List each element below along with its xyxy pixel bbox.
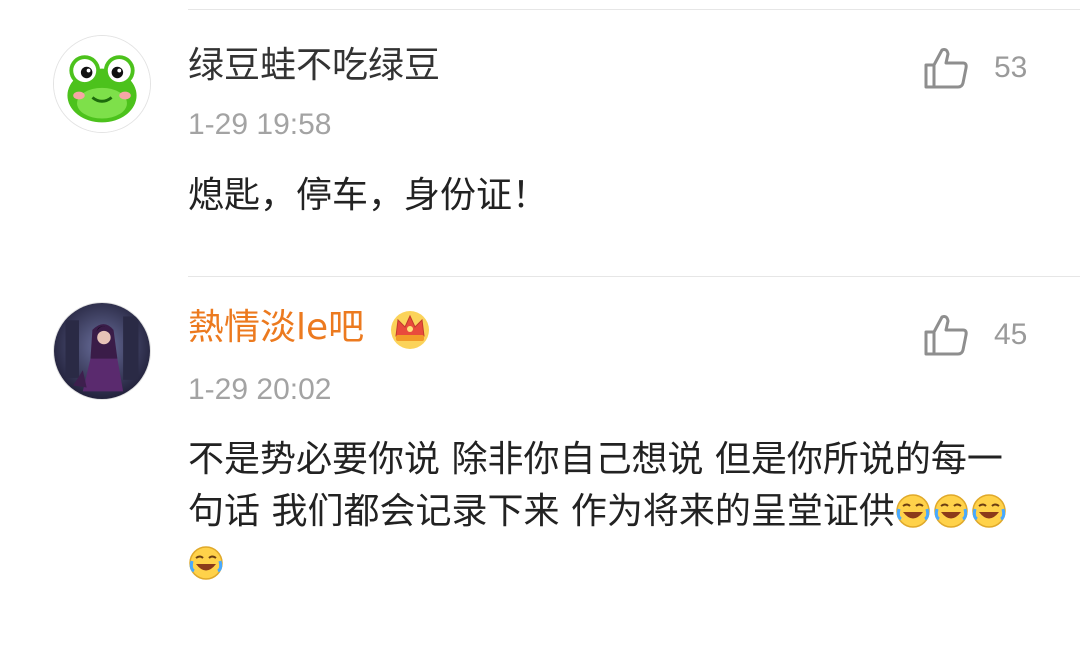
thumbs-up-icon xyxy=(924,315,968,356)
avatar[interactable] xyxy=(53,302,151,400)
top-divider xyxy=(188,9,1080,10)
comment-text[interactable]: 熄匙，停车，身份证！ xyxy=(188,170,1018,222)
like-count: 45 xyxy=(994,318,1028,351)
laugh-cry-emoji xyxy=(972,494,1006,528)
laugh-cry-emoji xyxy=(189,546,223,580)
thumbs-up-icon xyxy=(924,48,968,89)
username-text: 熱情淡le吧 xyxy=(188,307,365,348)
like-count: 53 xyxy=(994,51,1028,84)
crown-icon xyxy=(390,311,429,349)
comment-divider xyxy=(188,276,1080,277)
comment-time: 1-29 19:58 xyxy=(188,108,332,141)
avatar[interactable] xyxy=(53,35,151,133)
like-button[interactable]: 53 xyxy=(922,43,1042,93)
comment-time: 1-29 20:02 xyxy=(188,373,332,406)
like-button[interactable]: 45 xyxy=(922,310,1042,360)
comment-text-body: 不是势必要你说 除非你自己想说 但是你所说的每一句话 我们都会记录下来 作为将来… xyxy=(188,439,1003,532)
laugh-cry-emoji xyxy=(896,494,930,528)
username[interactable]: 绿豆蛙不吃绿豆 xyxy=(188,44,440,88)
comment-text[interactable]: 不是势必要你说 除非你自己想说 但是你所说的每一句话 我们都会记录下来 作为将来… xyxy=(188,434,1018,590)
laugh-cry-emoji xyxy=(934,494,968,528)
username[interactable]: 熱情淡le吧 xyxy=(188,306,432,350)
